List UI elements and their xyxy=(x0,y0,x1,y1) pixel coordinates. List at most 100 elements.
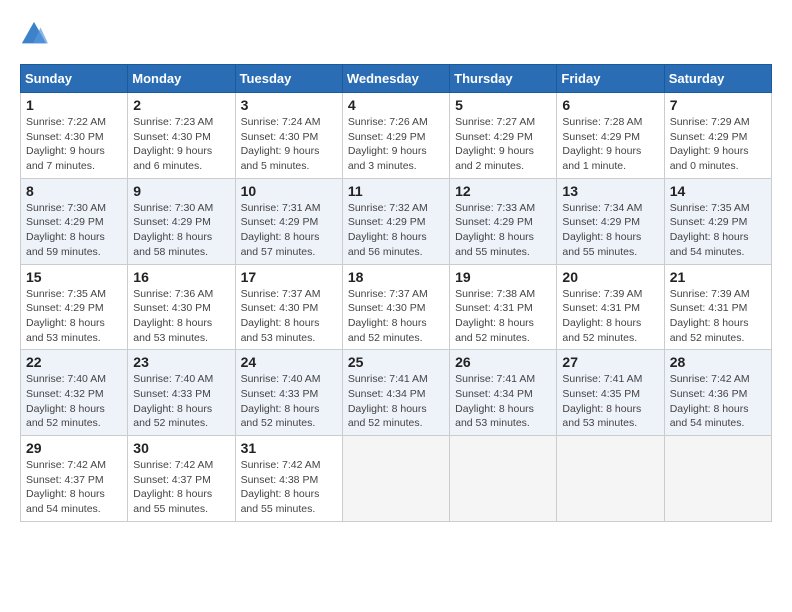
calendar-cell: 28 Sunrise: 7:42 AMSunset: 4:36 PMDaylig… xyxy=(664,350,771,436)
day-info: Sunrise: 7:36 AMSunset: 4:30 PMDaylight:… xyxy=(133,288,213,344)
day-number: 16 xyxy=(133,269,229,285)
day-header-wednesday: Wednesday xyxy=(342,65,449,93)
day-number: 23 xyxy=(133,354,229,370)
day-number: 26 xyxy=(455,354,551,370)
day-info: Sunrise: 7:40 AMSunset: 4:32 PMDaylight:… xyxy=(26,373,106,429)
day-info: Sunrise: 7:27 AMSunset: 4:29 PMDaylight:… xyxy=(455,116,535,172)
calendar-cell xyxy=(664,436,771,522)
calendar-cell: 20 Sunrise: 7:39 AMSunset: 4:31 PMDaylig… xyxy=(557,264,664,350)
calendar-cell: 13 Sunrise: 7:34 AMSunset: 4:29 PMDaylig… xyxy=(557,178,664,264)
day-number: 31 xyxy=(241,440,337,456)
day-info: Sunrise: 7:31 AMSunset: 4:29 PMDaylight:… xyxy=(241,202,321,258)
calendar-cell: 8 Sunrise: 7:30 AMSunset: 4:29 PMDayligh… xyxy=(21,178,128,264)
calendar-cell: 25 Sunrise: 7:41 AMSunset: 4:34 PMDaylig… xyxy=(342,350,449,436)
day-number: 1 xyxy=(26,97,122,113)
day-info: Sunrise: 7:37 AMSunset: 4:30 PMDaylight:… xyxy=(348,288,428,344)
logo-icon xyxy=(20,20,48,48)
day-info: Sunrise: 7:42 AMSunset: 4:37 PMDaylight:… xyxy=(133,459,213,515)
calendar-cell: 12 Sunrise: 7:33 AMSunset: 4:29 PMDaylig… xyxy=(450,178,557,264)
day-number: 13 xyxy=(562,183,658,199)
day-info: Sunrise: 7:35 AMSunset: 4:29 PMDaylight:… xyxy=(670,202,750,258)
page-header xyxy=(20,20,772,48)
day-number: 27 xyxy=(562,354,658,370)
day-info: Sunrise: 7:40 AMSunset: 4:33 PMDaylight:… xyxy=(241,373,321,429)
week-row-2: 8 Sunrise: 7:30 AMSunset: 4:29 PMDayligh… xyxy=(21,178,772,264)
day-number: 4 xyxy=(348,97,444,113)
day-number: 14 xyxy=(670,183,766,199)
calendar-cell: 6 Sunrise: 7:28 AMSunset: 4:29 PMDayligh… xyxy=(557,93,664,179)
day-info: Sunrise: 7:42 AMSunset: 4:37 PMDaylight:… xyxy=(26,459,106,515)
week-row-5: 29 Sunrise: 7:42 AMSunset: 4:37 PMDaylig… xyxy=(21,436,772,522)
calendar-cell xyxy=(557,436,664,522)
day-number: 5 xyxy=(455,97,551,113)
day-number: 10 xyxy=(241,183,337,199)
day-info: Sunrise: 7:35 AMSunset: 4:29 PMDaylight:… xyxy=(26,288,106,344)
day-info: Sunrise: 7:30 AMSunset: 4:29 PMDaylight:… xyxy=(26,202,106,258)
day-number: 24 xyxy=(241,354,337,370)
week-row-4: 22 Sunrise: 7:40 AMSunset: 4:32 PMDaylig… xyxy=(21,350,772,436)
day-number: 22 xyxy=(26,354,122,370)
calendar-cell xyxy=(450,436,557,522)
calendar-cell: 16 Sunrise: 7:36 AMSunset: 4:30 PMDaylig… xyxy=(128,264,235,350)
day-number: 12 xyxy=(455,183,551,199)
calendar-cell: 19 Sunrise: 7:38 AMSunset: 4:31 PMDaylig… xyxy=(450,264,557,350)
calendar-cell: 24 Sunrise: 7:40 AMSunset: 4:33 PMDaylig… xyxy=(235,350,342,436)
day-number: 9 xyxy=(133,183,229,199)
day-info: Sunrise: 7:37 AMSunset: 4:30 PMDaylight:… xyxy=(241,288,321,344)
calendar-cell: 5 Sunrise: 7:27 AMSunset: 4:29 PMDayligh… xyxy=(450,93,557,179)
day-info: Sunrise: 7:41 AMSunset: 4:35 PMDaylight:… xyxy=(562,373,642,429)
day-number: 6 xyxy=(562,97,658,113)
calendar-cell: 4 Sunrise: 7:26 AMSunset: 4:29 PMDayligh… xyxy=(342,93,449,179)
day-info: Sunrise: 7:22 AMSunset: 4:30 PMDaylight:… xyxy=(26,116,106,172)
calendar-cell: 29 Sunrise: 7:42 AMSunset: 4:37 PMDaylig… xyxy=(21,436,128,522)
calendar-cell xyxy=(342,436,449,522)
day-info: Sunrise: 7:40 AMSunset: 4:33 PMDaylight:… xyxy=(133,373,213,429)
day-info: Sunrise: 7:24 AMSunset: 4:30 PMDaylight:… xyxy=(241,116,321,172)
day-number: 25 xyxy=(348,354,444,370)
header-row: SundayMondayTuesdayWednesdayThursdayFrid… xyxy=(21,65,772,93)
calendar-cell: 31 Sunrise: 7:42 AMSunset: 4:38 PMDaylig… xyxy=(235,436,342,522)
logo xyxy=(20,20,52,48)
day-number: 21 xyxy=(670,269,766,285)
day-info: Sunrise: 7:29 AMSunset: 4:29 PMDaylight:… xyxy=(670,116,750,172)
day-number: 28 xyxy=(670,354,766,370)
calendar-cell: 26 Sunrise: 7:41 AMSunset: 4:34 PMDaylig… xyxy=(450,350,557,436)
day-info: Sunrise: 7:26 AMSunset: 4:29 PMDaylight:… xyxy=(348,116,428,172)
day-number: 3 xyxy=(241,97,337,113)
calendar-cell: 7 Sunrise: 7:29 AMSunset: 4:29 PMDayligh… xyxy=(664,93,771,179)
day-info: Sunrise: 7:33 AMSunset: 4:29 PMDaylight:… xyxy=(455,202,535,258)
day-number: 18 xyxy=(348,269,444,285)
day-info: Sunrise: 7:30 AMSunset: 4:29 PMDaylight:… xyxy=(133,202,213,258)
calendar-cell: 11 Sunrise: 7:32 AMSunset: 4:29 PMDaylig… xyxy=(342,178,449,264)
calendar-cell: 17 Sunrise: 7:37 AMSunset: 4:30 PMDaylig… xyxy=(235,264,342,350)
day-info: Sunrise: 7:23 AMSunset: 4:30 PMDaylight:… xyxy=(133,116,213,172)
week-row-1: 1 Sunrise: 7:22 AMSunset: 4:30 PMDayligh… xyxy=(21,93,772,179)
calendar-table: SundayMondayTuesdayWednesdayThursdayFrid… xyxy=(20,64,772,522)
day-header-sunday: Sunday xyxy=(21,65,128,93)
day-number: 8 xyxy=(26,183,122,199)
calendar-cell: 3 Sunrise: 7:24 AMSunset: 4:30 PMDayligh… xyxy=(235,93,342,179)
day-number: 17 xyxy=(241,269,337,285)
calendar-cell: 9 Sunrise: 7:30 AMSunset: 4:29 PMDayligh… xyxy=(128,178,235,264)
day-number: 29 xyxy=(26,440,122,456)
calendar-cell: 18 Sunrise: 7:37 AMSunset: 4:30 PMDaylig… xyxy=(342,264,449,350)
day-number: 11 xyxy=(348,183,444,199)
day-info: Sunrise: 7:41 AMSunset: 4:34 PMDaylight:… xyxy=(455,373,535,429)
day-info: Sunrise: 7:39 AMSunset: 4:31 PMDaylight:… xyxy=(670,288,750,344)
day-header-monday: Monday xyxy=(128,65,235,93)
day-info: Sunrise: 7:34 AMSunset: 4:29 PMDaylight:… xyxy=(562,202,642,258)
day-info: Sunrise: 7:28 AMSunset: 4:29 PMDaylight:… xyxy=(562,116,642,172)
day-info: Sunrise: 7:32 AMSunset: 4:29 PMDaylight:… xyxy=(348,202,428,258)
day-info: Sunrise: 7:42 AMSunset: 4:38 PMDaylight:… xyxy=(241,459,321,515)
week-row-3: 15 Sunrise: 7:35 AMSunset: 4:29 PMDaylig… xyxy=(21,264,772,350)
day-header-friday: Friday xyxy=(557,65,664,93)
calendar-cell: 1 Sunrise: 7:22 AMSunset: 4:30 PMDayligh… xyxy=(21,93,128,179)
day-number: 20 xyxy=(562,269,658,285)
calendar-cell: 14 Sunrise: 7:35 AMSunset: 4:29 PMDaylig… xyxy=(664,178,771,264)
day-number: 30 xyxy=(133,440,229,456)
day-number: 2 xyxy=(133,97,229,113)
day-info: Sunrise: 7:42 AMSunset: 4:36 PMDaylight:… xyxy=(670,373,750,429)
day-header-thursday: Thursday xyxy=(450,65,557,93)
calendar-cell: 2 Sunrise: 7:23 AMSunset: 4:30 PMDayligh… xyxy=(128,93,235,179)
calendar-cell: 27 Sunrise: 7:41 AMSunset: 4:35 PMDaylig… xyxy=(557,350,664,436)
